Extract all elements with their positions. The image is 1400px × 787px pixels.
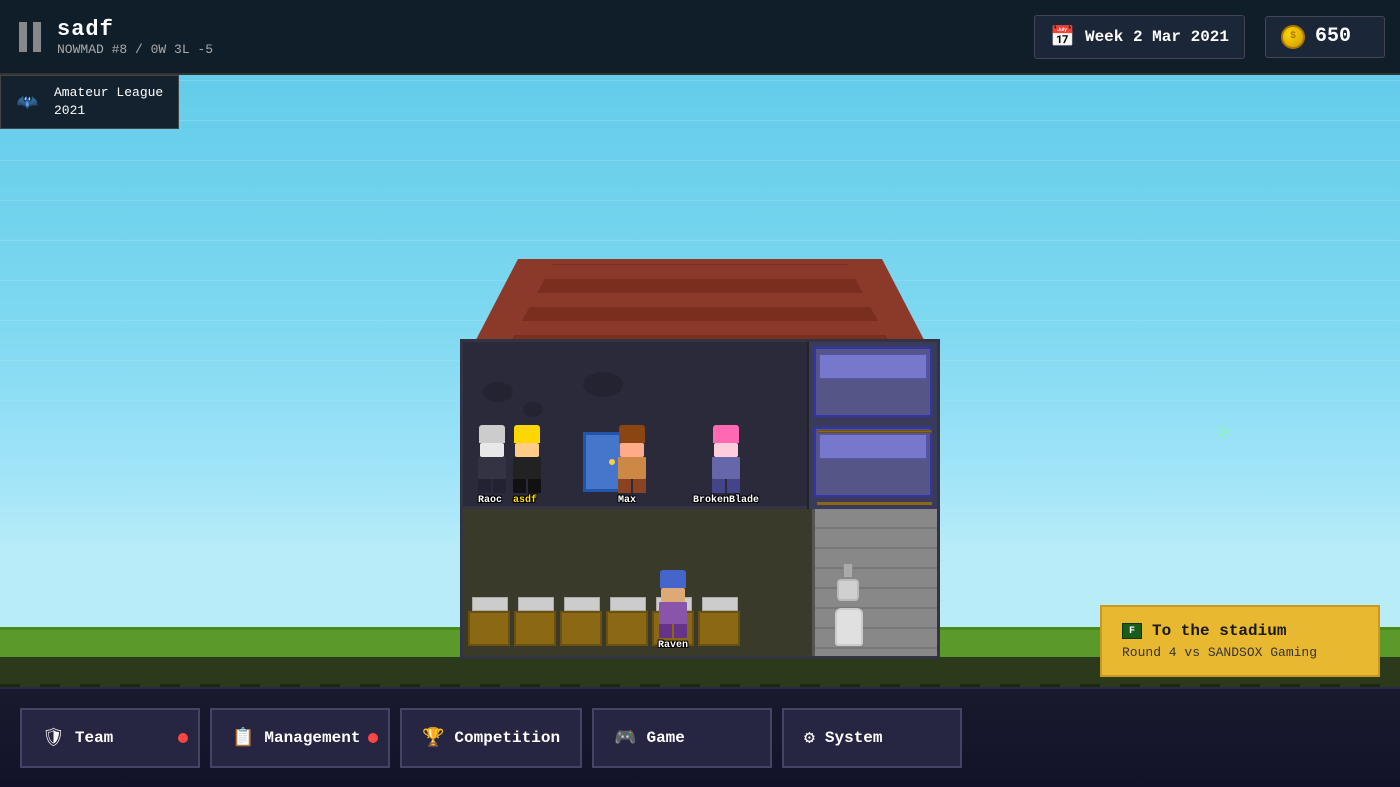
team-button[interactable]: 🛡 Team — [20, 708, 200, 768]
char-name-raoc: Raoc — [478, 495, 506, 506]
system-label: System — [825, 729, 883, 747]
coin-amount: 650 — [1315, 25, 1351, 48]
roof-tiles — [470, 264, 930, 349]
toilet — [835, 608, 863, 646]
system-icon: ⚙ — [804, 727, 815, 749]
stadium-subtitle: Round 4 vs SANDSOX Gaming — [1122, 645, 1358, 660]
shelf-2 — [817, 502, 932, 505]
shelf-1 — [817, 430, 932, 433]
char-name-asdf: asdf — [513, 495, 541, 506]
management-label: Management — [264, 729, 360, 747]
desk-area — [468, 611, 740, 646]
team-rank: NOWMAD #8 / 0W 3L -5 — [57, 42, 213, 57]
competition-label: Competition — [454, 729, 560, 747]
character-asdf: asdf — [513, 425, 541, 506]
faucet — [843, 563, 853, 578]
game-label: Game — [646, 729, 684, 747]
top-right-hud: 📅 Week 2 Mar 2021 $ 650 — [1034, 15, 1385, 59]
team-name: sadf — [57, 17, 213, 42]
league-text: Amateur League 2021 — [54, 84, 163, 120]
top-hud: sadf NOWMAD #8 / 0W 3L -5 📅 Week 2 Mar 2… — [0, 0, 1400, 75]
building-upper-floor: Raoc asdf — [460, 339, 940, 509]
building: Raoc asdf — [460, 259, 940, 659]
team-info: sadf NOWMAD #8 / 0W 3L -5 — [57, 17, 213, 57]
team-logo-icon — [15, 12, 45, 62]
game-canvas: Raoc asdf — [0, 0, 1400, 787]
management-icon: 📋 — [232, 727, 254, 749]
stone-wall — [812, 509, 937, 656]
flag-icon: F — [1122, 623, 1142, 639]
league-badge: Amateur League 2021 — [0, 75, 179, 129]
competition-button[interactable]: 🏆 Competition — [400, 708, 582, 768]
char-name-max: Max — [618, 495, 646, 506]
team-logo-area: sadf NOWMAD #8 / 0W 3L -5 — [15, 12, 213, 62]
competition-icon: 🏆 — [422, 727, 444, 749]
character-brokenblade: BrokenBlade — [693, 425, 759, 506]
stadium-notification[interactable]: F To the stadium Round 4 vs SANDSOX Gami… — [1100, 605, 1380, 677]
system-button[interactable]: ⚙ System — [782, 708, 962, 768]
stadium-title: F To the stadium — [1122, 622, 1358, 640]
bottom-nav: 🛡 Team 📋 Management 🏆 Competition 🎮 Game… — [0, 687, 1400, 787]
game-icon: 🎮 — [614, 727, 636, 749]
team-notification-dot — [178, 733, 188, 743]
building-door — [583, 432, 623, 492]
coin-icon: $ — [1281, 25, 1305, 49]
management-notification-dot — [368, 733, 378, 743]
character-raoc: Raoc — [478, 425, 506, 506]
date-box: 📅 Week 2 Mar 2021 — [1034, 15, 1245, 59]
coin-box: $ 650 — [1265, 16, 1385, 58]
sink — [837, 579, 859, 601]
game-button[interactable]: 🎮 Game — [592, 708, 772, 768]
calendar-icon: 📅 — [1050, 24, 1075, 50]
team-icon: 🛡 — [42, 727, 65, 749]
character-raven: Raven — [658, 570, 688, 651]
bat-icon — [16, 92, 44, 112]
management-button[interactable]: 📋 Management — [210, 708, 390, 768]
team-label: Team — [75, 729, 113, 747]
char-name-brokenblade: BrokenBlade — [693, 495, 759, 506]
character-max: Max — [618, 425, 646, 506]
date-text: Week 2 Mar 2021 — [1085, 28, 1229, 46]
cursor: ▷ — [1219, 420, 1230, 442]
char-name-raven: Raven — [658, 640, 688, 651]
building-lower-floor: Raven — [460, 509, 940, 659]
